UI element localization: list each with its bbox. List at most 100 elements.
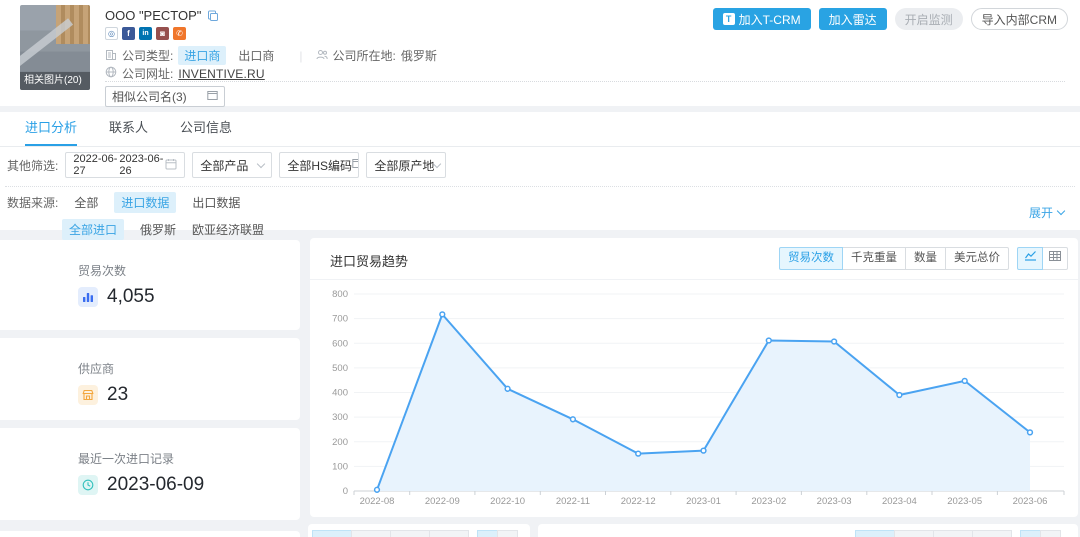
view-button-stub[interactable] — [1040, 530, 1061, 537]
copy-icon[interactable] — [207, 10, 219, 22]
related-images-label[interactable]: 相关图片(20) — [20, 72, 90, 90]
company-website-link[interactable]: INVENTIVE.RU — [178, 67, 264, 81]
chevron-down-icon — [433, 159, 441, 167]
metric-button-stub[interactable] — [312, 530, 352, 537]
company-photo[interactable]: 相关图片(20) — [20, 5, 90, 90]
window-icon — [352, 158, 359, 172]
instagram-icon[interactable]: ◙ — [156, 27, 169, 40]
metric-button-stub[interactable] — [933, 530, 973, 537]
svg-text:500: 500 — [332, 363, 348, 374]
globe-icon — [105, 66, 117, 81]
website-label: 公司网址: — [122, 65, 173, 82]
calendar-icon — [165, 158, 177, 173]
svg-text:0: 0 — [343, 486, 348, 497]
ds-sub-all-imports[interactable]: 全部进口 — [62, 219, 124, 240]
view-button-stub[interactable] — [497, 530, 518, 537]
date-range-picker[interactable]: 2022-06-27 2023-06-26 — [65, 152, 185, 178]
svg-text:2023-01: 2023-01 — [686, 496, 721, 507]
svg-text:2023-04: 2023-04 — [882, 496, 917, 507]
svg-text:800: 800 — [332, 289, 348, 300]
t-crm-icon: T — [723, 13, 735, 25]
tab-company-info[interactable]: 公司信息 — [180, 112, 232, 146]
data-source-sub-options: 全部进口俄罗斯欧亚经济联盟 — [46, 219, 264, 240]
metric-button-stub[interactable] — [972, 530, 1012, 537]
trend-line-chart[interactable]: 01002003004005006007008002022-082022-092… — [318, 282, 1074, 512]
ds-option-import-data[interactable]: 进口数据 — [114, 192, 176, 213]
data-source-options: 全部进口数据出口数据 — [58, 192, 240, 213]
panel-title: 进口贸易趋势 — [330, 251, 408, 270]
company-name-row: OOO "PECTOP" — [105, 8, 219, 23]
company-type-exporter-tag[interactable]: 出口商 — [238, 47, 274, 64]
metric-button-stub[interactable] — [855, 530, 895, 537]
svg-text:2022-10: 2022-10 — [490, 496, 525, 507]
view-table-button[interactable] — [1042, 247, 1068, 270]
panel-controls: 贸易次数千克重量数量美元总价 — [779, 247, 1068, 270]
company-type-tags: 进口商出口商 — [178, 46, 286, 65]
facebook-icon[interactable]: f — [122, 27, 135, 40]
bar-chart-icon — [78, 287, 98, 307]
add-to-radar-button[interactable]: 加入雷达 — [819, 8, 887, 30]
metric-button-stub[interactable] — [894, 530, 934, 537]
view-button-stub[interactable] — [477, 530, 498, 537]
tab-import-analysis[interactable]: 进口分析 — [25, 112, 77, 146]
website-icon[interactable]: ◎ — [105, 27, 118, 40]
similar-companies-button[interactable]: 相似公司名(3) — [105, 86, 225, 107]
bottom-panel-left — [308, 524, 530, 537]
ds-sub-eaeu[interactable]: 欧亚经济联盟 — [192, 221, 264, 238]
start-monitoring-button[interactable]: 开启监测 — [895, 8, 963, 30]
metric-button-stub[interactable] — [390, 530, 430, 537]
filters-label: 其他筛选: — [7, 157, 58, 174]
metric-usd-total-button[interactable]: 美元总价 — [945, 247, 1009, 270]
company-type-importer-tag[interactable]: 进口商 — [178, 46, 226, 65]
people-icon — [316, 49, 328, 63]
date-start[interactable]: 2022-06-27 — [73, 153, 119, 177]
metric-button-stub[interactable] — [429, 530, 469, 537]
company-name: OOO "PECTOP" — [105, 8, 201, 23]
stat-card-last-import: 最近一次进口记录2023-06-09 — [0, 428, 300, 520]
svg-text:200: 200 — [332, 437, 348, 448]
ds-option-all[interactable]: 全部 — [74, 194, 98, 211]
chevron-down-icon — [1057, 207, 1065, 215]
product-select[interactable]: 全部产品 — [192, 152, 272, 178]
add-to-tcrm-button[interactable]: T加入T-CRM — [713, 8, 811, 30]
origin-select[interactable]: 全部原产地 — [366, 152, 446, 178]
ds-option-export-data[interactable]: 出口数据 — [192, 194, 240, 211]
metric-button-stub[interactable] — [351, 530, 391, 537]
expand-button[interactable]: 展开 — [1029, 204, 1064, 221]
phone-icon[interactable]: ✆ — [173, 27, 186, 40]
chevron-down-icon — [257, 159, 265, 167]
date-end[interactable]: 2023-06-26 — [119, 153, 165, 177]
metric-kg-weight-button[interactable]: 千克重量 — [842, 247, 906, 270]
metric-trade-count-button[interactable]: 贸易次数 — [779, 247, 843, 270]
svg-text:2022-12: 2022-12 — [621, 496, 656, 507]
origin-select-value: 全部原产地 — [374, 157, 434, 174]
stat-card-partial — [0, 531, 300, 537]
svg-text:2022-08: 2022-08 — [360, 496, 395, 507]
linkedin-icon[interactable]: in — [139, 27, 152, 40]
svg-text:2022-09: 2022-09 — [425, 496, 460, 507]
svg-text:2022-11: 2022-11 — [556, 496, 590, 507]
view-button-stub[interactable] — [1020, 530, 1041, 537]
svg-text:100: 100 — [332, 461, 348, 472]
product-select-value: 全部产品 — [200, 157, 248, 174]
hs-code-select[interactable]: 全部HS编码 — [279, 152, 359, 178]
data-source-sub-row: 全部进口俄罗斯欧亚经济联盟 — [46, 219, 1080, 240]
svg-text:2023-06: 2023-06 — [1013, 496, 1048, 507]
expand-label: 展开 — [1029, 204, 1053, 221]
social-icons-row: ◎ fin ◙ ✆ — [105, 27, 190, 40]
shop-icon — [78, 385, 98, 405]
data-source-label: 数据来源: — [7, 194, 58, 211]
metric-quantity-button[interactable]: 数量 — [905, 247, 946, 270]
company-website-row: 公司网址: INVENTIVE.RU — [105, 65, 265, 82]
tab-contacts[interactable]: 联系人 — [109, 112, 148, 146]
clock-icon — [78, 475, 98, 495]
ds-sub-russia[interactable]: 俄罗斯 — [140, 221, 176, 238]
import-internal-crm-button[interactable]: 导入内部CRM — [971, 8, 1068, 30]
panel-divider — [310, 279, 1078, 280]
company-type-label: 公司类型: — [122, 47, 173, 64]
svg-text:700: 700 — [332, 314, 348, 325]
tab-bar: 进口分析联系人公司信息 — [0, 112, 1080, 147]
bottom-panel-right-buttons — [856, 530, 1061, 537]
view-line-chart-button[interactable] — [1017, 247, 1043, 270]
view-button-group — [1017, 247, 1068, 270]
